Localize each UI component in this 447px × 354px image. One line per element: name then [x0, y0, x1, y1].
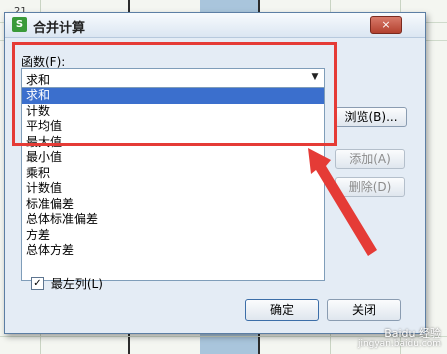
function-option-varp[interactable]: 总体方差	[22, 243, 324, 259]
ok-button[interactable]: 确定	[245, 299, 319, 321]
watermark-line1: Baidu 经验	[384, 327, 441, 340]
close-button[interactable]: 关闭	[327, 299, 401, 321]
watermark-line2: jingyan.baidu.com	[357, 339, 441, 349]
browse-button[interactable]: 浏览(B)...	[335, 107, 407, 127]
function-option-count-numbers[interactable]: 计数值	[22, 181, 324, 197]
spreadsheet-app-icon: S	[12, 17, 27, 32]
function-option-min[interactable]: 最小值	[22, 150, 324, 166]
function-option-product[interactable]: 乘积	[22, 166, 324, 182]
close-icon[interactable]: ×	[370, 16, 402, 34]
leftmost-column-checkbox[interactable]: ✓	[31, 277, 44, 290]
leftmost-column-label: 最左列(L)	[50, 277, 103, 291]
leftmost-column-option[interactable]: ✓ 最左列(L)	[31, 275, 103, 292]
function-option-stdev[interactable]: 标准偏差	[22, 197, 324, 213]
delete-button[interactable]: 删除(D)	[335, 177, 405, 197]
function-option-var[interactable]: 方差	[22, 228, 324, 244]
dialog-title: 合并计算	[33, 21, 86, 36]
watermark: Baidu 经验 jingyan.baidu.com	[358, 328, 441, 350]
function-option-stdevp[interactable]: 总体标准偏差	[22, 212, 324, 228]
dialog-titlebar[interactable]: S 合并计算 ×	[5, 13, 425, 38]
annotation-highlight-box	[12, 42, 337, 146]
add-button[interactable]: 添加(A)	[335, 149, 405, 169]
